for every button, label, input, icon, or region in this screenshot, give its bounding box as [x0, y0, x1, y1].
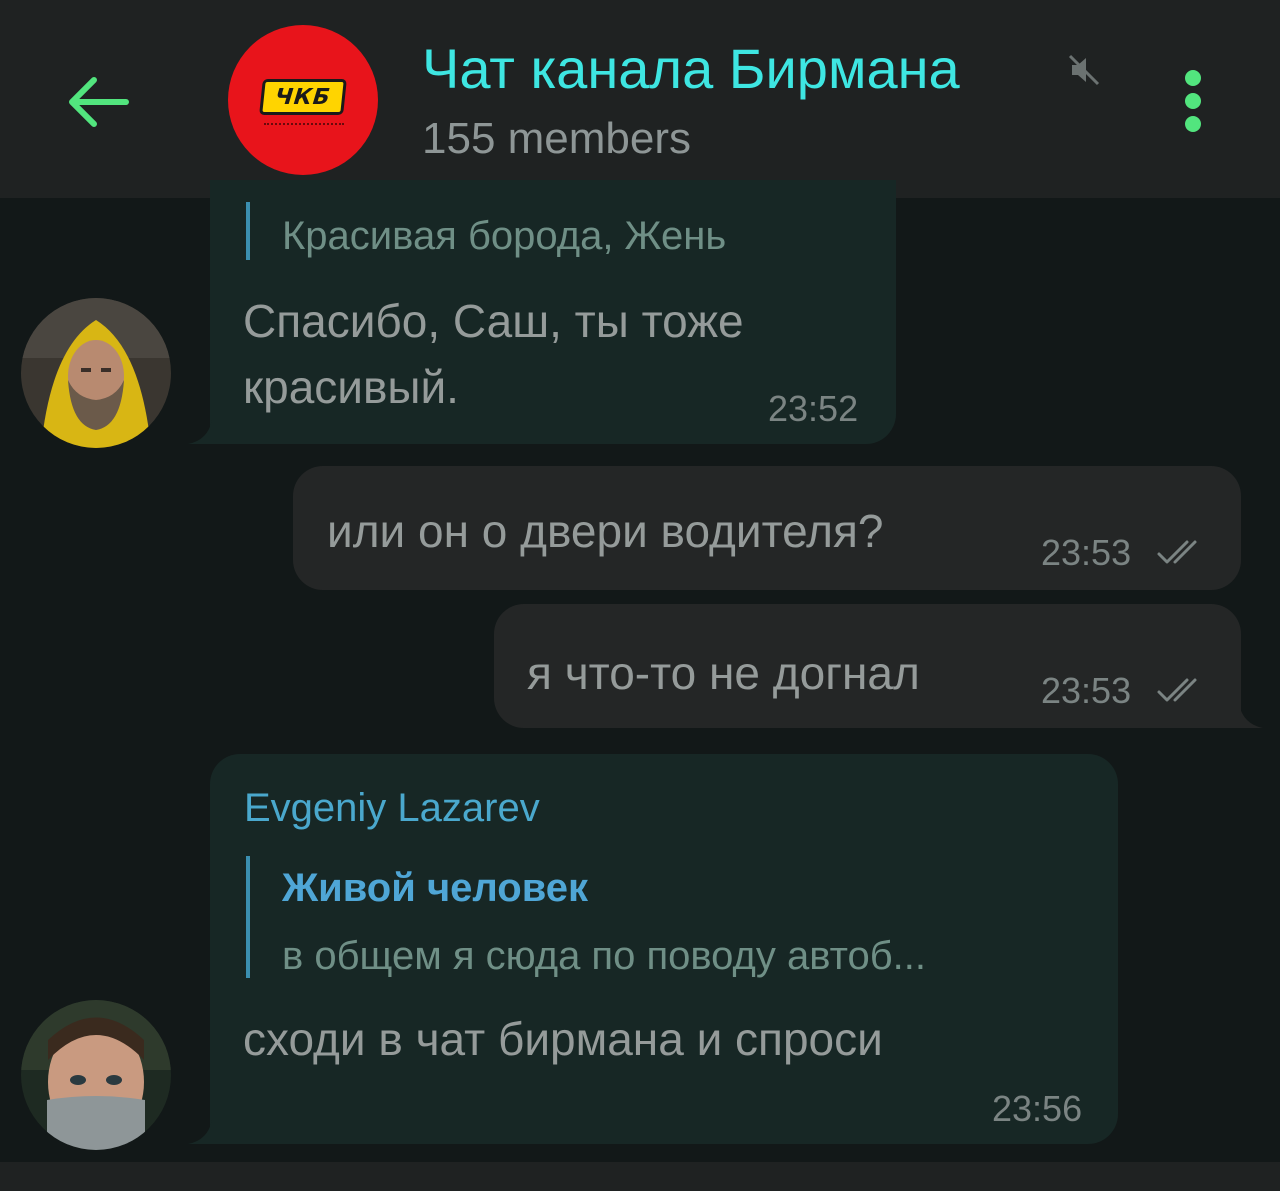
message-text: я что-то не догнал [527, 647, 920, 699]
reply-bar [246, 856, 250, 978]
message-time: 23:53 [1041, 670, 1132, 711]
message-time: 23:52 [768, 388, 859, 429]
reply-snippet[interactable]: Красивая борода, Жень [282, 214, 726, 259]
chat-logo: ЧКБ [259, 79, 347, 115]
double-check-icon [1157, 540, 1197, 564]
logo-decoration [264, 123, 344, 129]
reply-bar [246, 202, 250, 260]
chat-avatar[interactable]: ЧКБ [228, 25, 378, 175]
message-time: 23:56 [992, 1088, 1083, 1129]
message-text: красивый. [243, 361, 459, 413]
message-text: или он о двери водителя? [327, 505, 884, 557]
reply-author[interactable]: Живой человек [282, 866, 588, 911]
message-time: 23:53 [1041, 532, 1132, 573]
chat-header: ЧКБ Чат канала Бирмана 155 members [0, 0, 1280, 198]
message-bubble[interactable]: Evgeniy Lazarev Живой человек в общем я … [188, 754, 1118, 1144]
bubble-tail [188, 420, 212, 444]
member-count: 155 members [422, 114, 692, 163]
message-bubble[interactable]: или он о двери водителя? 23:53 [293, 466, 1241, 590]
chat-title[interactable]: Чат канала Бирмана [422, 36, 960, 101]
muted-icon [1066, 52, 1102, 88]
chat-screen: ЧКБ Чат канала Бирмана 155 members Краси… [0, 0, 1280, 1191]
more-menu-button[interactable] [1170, 66, 1218, 136]
double-check-icon [1157, 678, 1197, 702]
message-bubble[interactable]: я что-то не догнал 23:53 [494, 604, 1263, 728]
sender-avatar[interactable] [21, 1000, 171, 1150]
message-bubble[interactable]: Красивая борода, Жень Спасибо, Саш, ты т… [188, 180, 896, 444]
sender-name[interactable]: Evgeniy Lazarev [244, 786, 540, 831]
reply-snippet[interactable]: в общем я сюда по поводу автоб... [282, 934, 926, 979]
back-arrow-icon [69, 77, 129, 127]
message-text: сходи в чат бирмана и спроси [243, 1013, 883, 1065]
bubble-tail [1239, 704, 1263, 728]
sender-avatar[interactable] [21, 298, 171, 448]
message-text: Спасибо, Саш, ты тоже [243, 295, 744, 347]
bubble-tail [188, 1120, 212, 1144]
input-area[interactable] [0, 1162, 1280, 1191]
back-button[interactable] [62, 70, 134, 134]
